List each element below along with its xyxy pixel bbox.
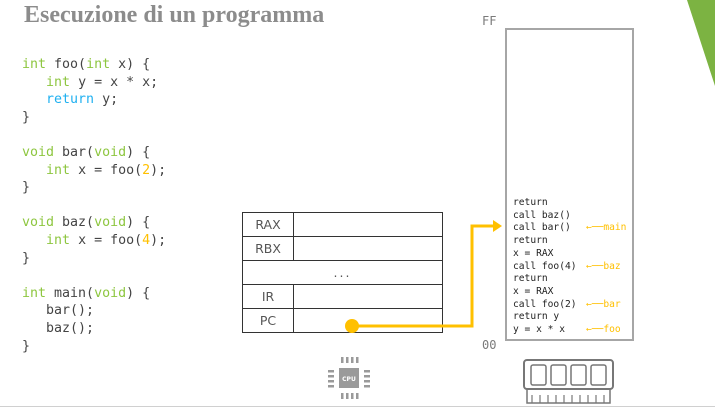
ram-icon	[523, 359, 614, 404]
arrow-head-icon	[493, 220, 502, 232]
svg-text:CPU: CPU	[342, 376, 356, 383]
pc-arrow-line	[352, 224, 494, 328]
cpu-icon: CPU	[328, 357, 370, 399]
slide-bottom-divider	[0, 406, 715, 407]
pc-pointer-arrow	[345, 220, 502, 333]
